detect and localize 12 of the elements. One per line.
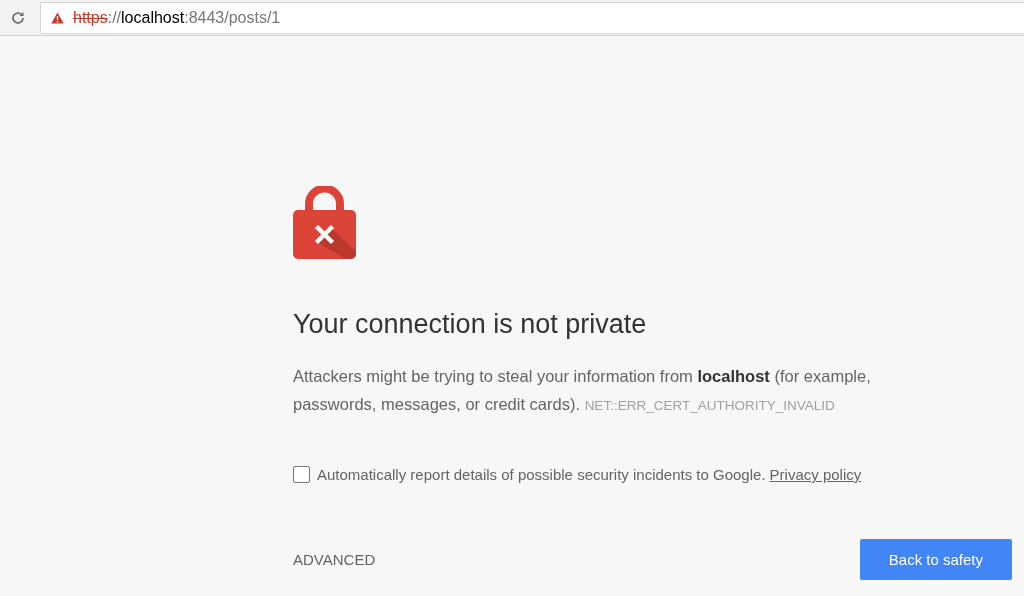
back-to-safety-button[interactable]: Back to safety (859, 539, 1012, 580)
reload-icon[interactable] (10, 9, 26, 26)
advanced-button[interactable]: ADVANCED (293, 545, 376, 574)
lock-error-icon (293, 186, 356, 259)
warning-message: Attackers might be trying to steal your information from localhost (for example, passwords, messages, or credit cards). NET::ERR_CERT_AUTHORITY_INVALID (293, 366, 872, 415)
address-bar[interactable]: https://localhost:8443/posts/1 (40, 1, 1024, 34)
page-heading: Your connection is not private (293, 309, 648, 340)
error-code: NET::ERR_CERT_AUTHORITY_INVALID (584, 398, 835, 413)
privacy-policy-link[interactable]: Privacy policy (769, 466, 862, 483)
checkbox[interactable] (293, 466, 310, 483)
url-text: https://localhost:8443/posts/1 (73, 8, 281, 27)
checkbox-label: Automatically report details of possible security incidents to Google. (317, 466, 766, 483)
